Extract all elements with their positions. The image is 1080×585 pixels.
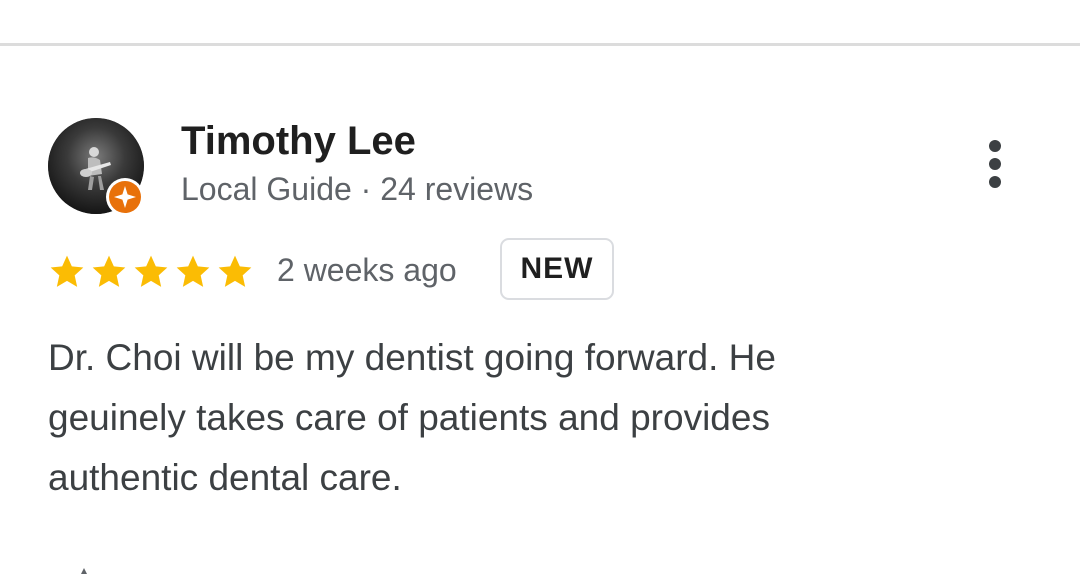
star-icon <box>50 255 84 287</box>
more-vert-icon <box>989 140 1001 188</box>
top-divider <box>0 43 1080 46</box>
reviewer-meta: Local Guide · 24 reviews <box>181 171 534 207</box>
review-text: Dr. Choi will be my dentist going forwar… <box>48 328 948 508</box>
review-text-line: authentic dental care. <box>48 457 402 498</box>
more-options-button[interactable] <box>972 132 1018 202</box>
new-badge: NEW <box>500 238 614 300</box>
review-time: 2 weeks ago <box>277 252 457 288</box>
star-icon <box>92 255 126 287</box>
star-icon <box>134 255 168 287</box>
review-text-line: geuinely takes care of patients and prov… <box>48 397 770 438</box>
thumbs-up-icon[interactable] <box>70 566 100 580</box>
star-icon <box>176 255 210 287</box>
rating-stars <box>46 252 256 292</box>
review-text-line: Dr. Choi will be my dentist going forwar… <box>48 337 776 378</box>
local-guide-badge-icon <box>106 178 144 216</box>
reviewer-name[interactable]: Timothy Lee <box>181 116 416 166</box>
star-icon <box>218 255 252 287</box>
